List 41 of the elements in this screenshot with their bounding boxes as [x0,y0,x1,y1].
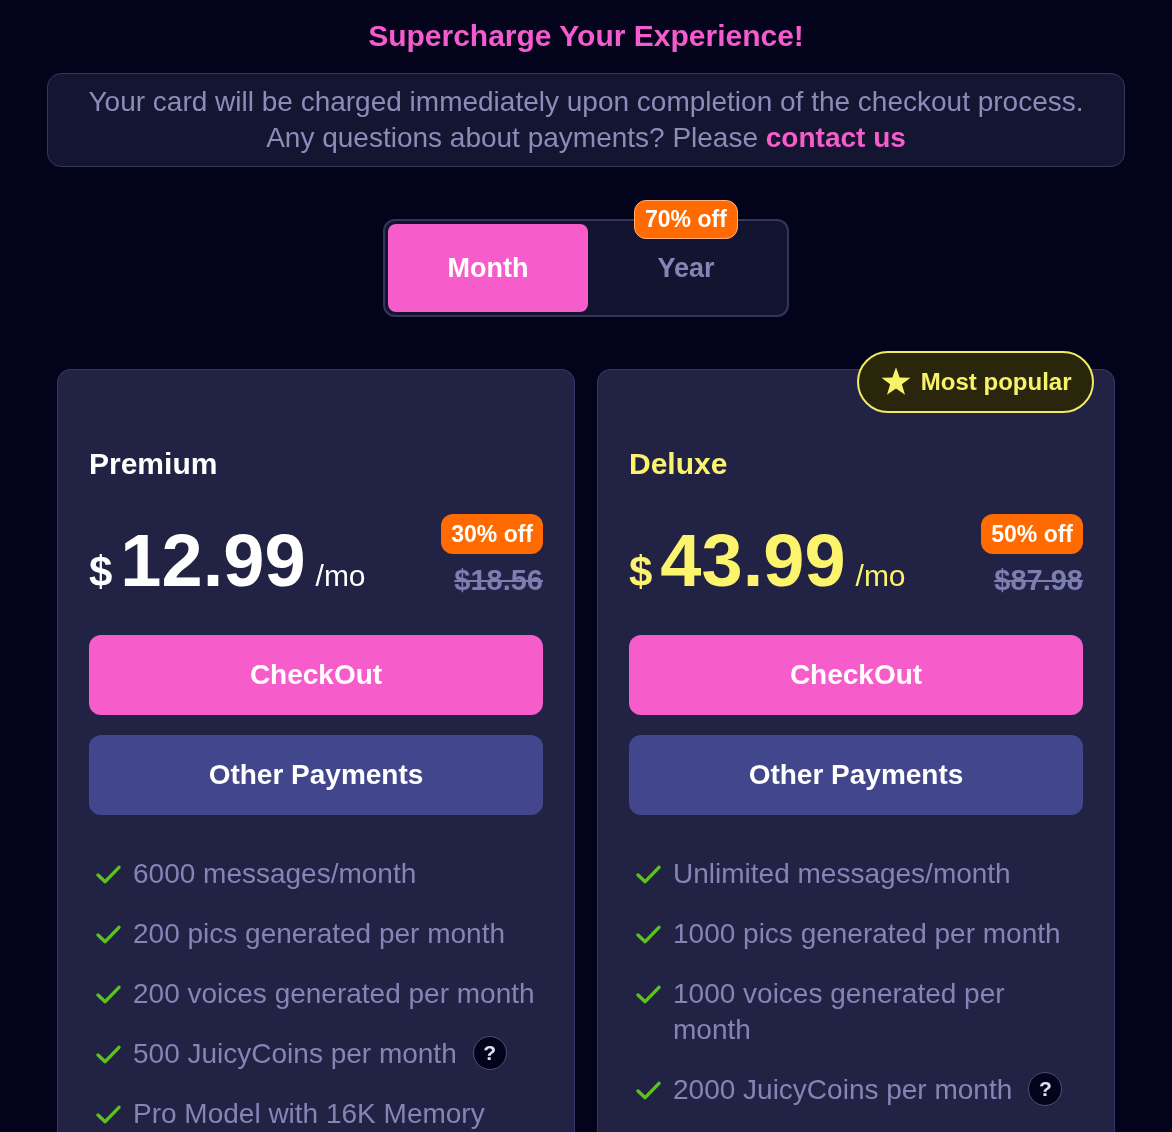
discount-badge: 30% off [441,514,543,554]
page-title: Supercharge Your Experience! [368,18,804,54]
plan-name: Deluxe [629,446,729,482]
other-payments-button[interactable]: Other Payments [89,735,543,815]
feature-text: 1000 voices generated per month [673,977,1006,1047]
feature-text: Pro Model with 16K Memory [133,1097,485,1131]
check-icon [635,1080,662,1101]
feature-text: Unlimited messages/month [673,857,1011,891]
check-icon [95,984,122,1005]
feature-text: 6000 messages/month [133,857,417,891]
original-price: $18.56 [454,563,543,598]
price-period: /mo [315,559,366,593]
check-icon [635,864,662,885]
price-amount: 12.99 [120,524,306,598]
period-tab[interactable]: Year [588,246,784,290]
feature-text: 500 JuicyCoins per month [133,1037,457,1071]
star-icon [880,367,911,396]
price-period: /mo [855,559,906,593]
feature-text: 1000 pics generated per month [673,917,1061,951]
check-icon [95,1104,122,1125]
help-icon[interactable]: ? [1028,1072,1063,1106]
popular-label: Most popular [920,367,1072,396]
help-icon[interactable]: ? [472,1036,507,1070]
other-payments-button[interactable]: Other Payments [629,735,1083,815]
check-icon [95,924,122,945]
feature-text: 200 voices generated per month [133,977,535,1011]
check-icon [95,1044,122,1065]
currency-symbol: $ [629,548,653,596]
original-price: $87.98 [994,563,1083,598]
notice-text: Your card will be charged immediately upon completion of the checkout process. Any questions about payments? Please contact us [88,85,1084,155]
check-icon [635,984,662,1005]
feature-text: 2000 JuicyCoins per month [673,1073,1013,1107]
check-icon [635,924,662,945]
feature-text: 200 pics generated per month [133,917,506,951]
check-icon [95,864,122,885]
discount-badge: 50% off [981,514,1083,554]
plan-name: Premium [89,446,219,482]
price-amount: 43.99 [660,524,846,598]
currency-symbol: $ [89,548,113,596]
discount-badge: 70% off [634,200,738,239]
contact-link[interactable]: contact us [765,122,906,153]
